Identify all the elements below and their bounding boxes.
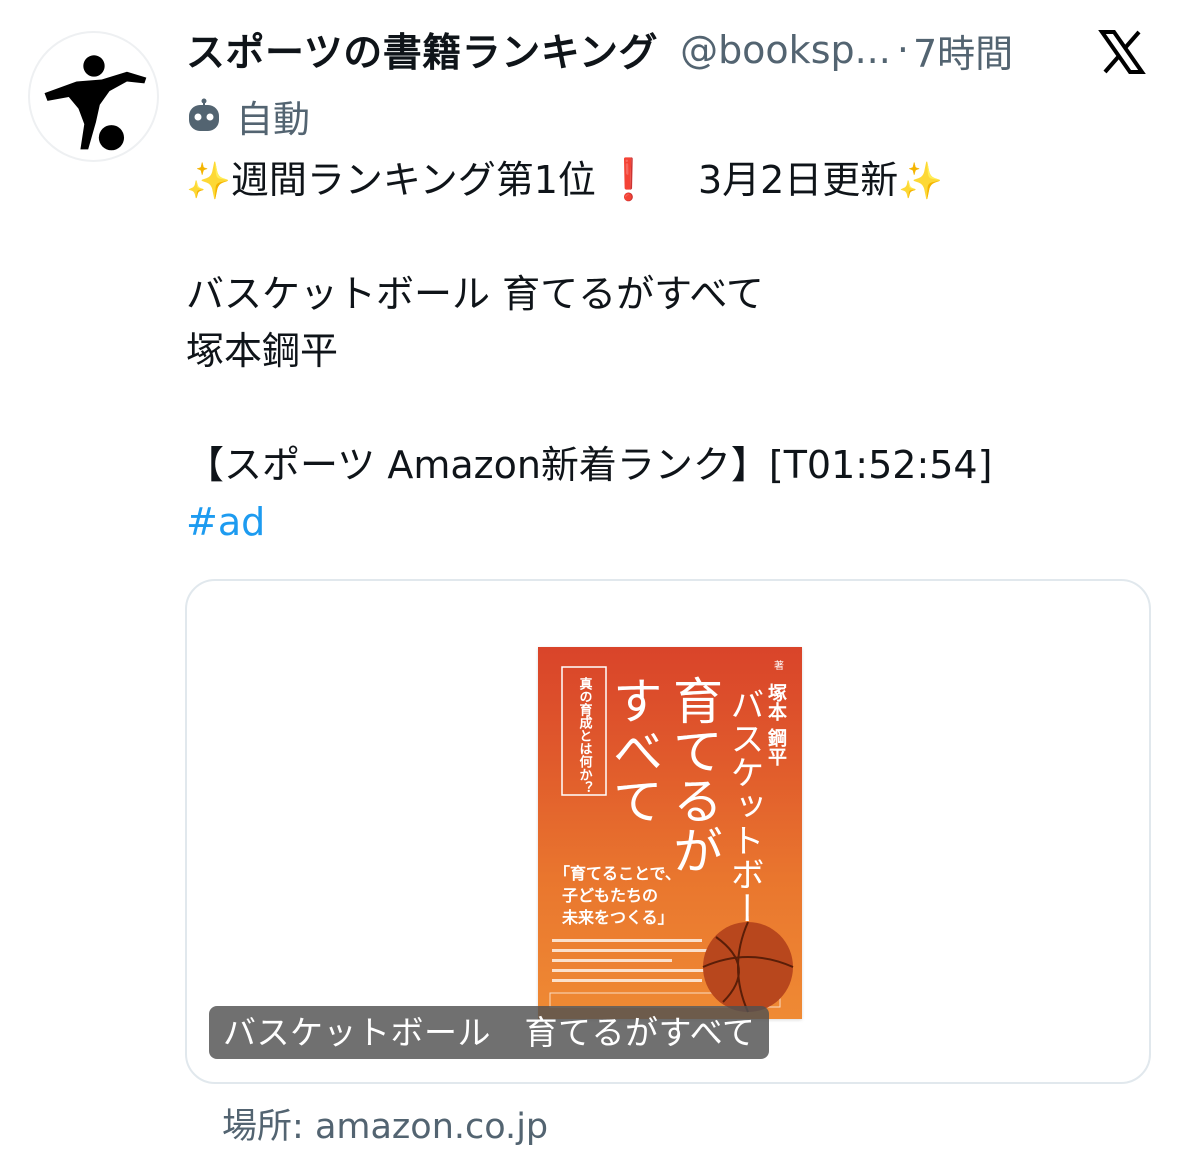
source-label: 場所: (222, 1107, 304, 1147)
book-title: バスケットボール 育てるがすべて (186, 272, 764, 316)
avatar[interactable] (28, 31, 159, 162)
automated-badge[interactable]: 自動 (186, 92, 310, 141)
link-source[interactable]: 場所: amazon.co.jp (222, 1098, 548, 1149)
source-domain: amazon.co.jp (314, 1107, 549, 1147)
ranking-tag: 【スポーツ Amazon新着ランク】[T01:52:54] (186, 443, 993, 487)
cover-quote-1: 「育てることで、 (554, 864, 681, 883)
handle[interactable]: @booksp... (680, 28, 891, 72)
exclamation-icon: ❗ (603, 157, 654, 203)
sparkles-icon: ✨ (898, 161, 944, 202)
soccer-player-icon (44, 55, 147, 151)
book-author: 塚本鋼平 (186, 329, 339, 373)
ranking-text: 週間ランキング第1位 (230, 158, 596, 202)
cover-mark: 著 (774, 659, 784, 672)
cover-quote-3: 未来をつくる」 (561, 908, 674, 927)
automated-label: 自動 (236, 98, 310, 141)
hashtag-link[interactable]: #ad (186, 500, 265, 544)
cover-title-1: 育てるが (665, 675, 723, 875)
x-logo-icon[interactable] (1098, 28, 1146, 76)
cover-quote-2: 子どもたちの (562, 886, 658, 905)
tweet-body: ✨週間ランキング第1位 ❗ 3月2日更新✨ バスケットボール 育てるがすべて 塚本… (186, 152, 1146, 551)
robot-icon (186, 98, 222, 134)
display-name[interactable]: スポーツの書籍ランキング (186, 22, 658, 78)
separator: · (896, 28, 909, 72)
cover-side-box: 真の育成とは何か？ (577, 676, 593, 794)
timestamp[interactable]: 7時間 (913, 23, 1013, 78)
tweet-header: スポーツの書籍ランキング @booksp... · 7時間 (186, 22, 1013, 78)
card-caption: バスケットボール 育てるがすべて (209, 1006, 770, 1059)
book-cover-image: 著 塚本 鋼平 バスケットボール 育てるが すべて 真の育成とは何か？ 「育てる… (538, 647, 802, 1019)
cover-title-2: すべて (605, 675, 663, 825)
update-date: 3月2日更新 (697, 158, 899, 202)
sparkles-icon: ✨ (186, 161, 231, 202)
ranking-line: ✨週間ランキング第1位 ❗ 3月2日更新✨ (186, 152, 1146, 209)
cover-author: 塚本 鋼平 (765, 683, 788, 767)
cover-subtitle: バスケットボール (724, 687, 764, 959)
link-card[interactable]: 著 塚本 鋼平 バスケットボール 育てるが すべて 真の育成とは何か？ 「育てる… (185, 579, 1151, 1084)
